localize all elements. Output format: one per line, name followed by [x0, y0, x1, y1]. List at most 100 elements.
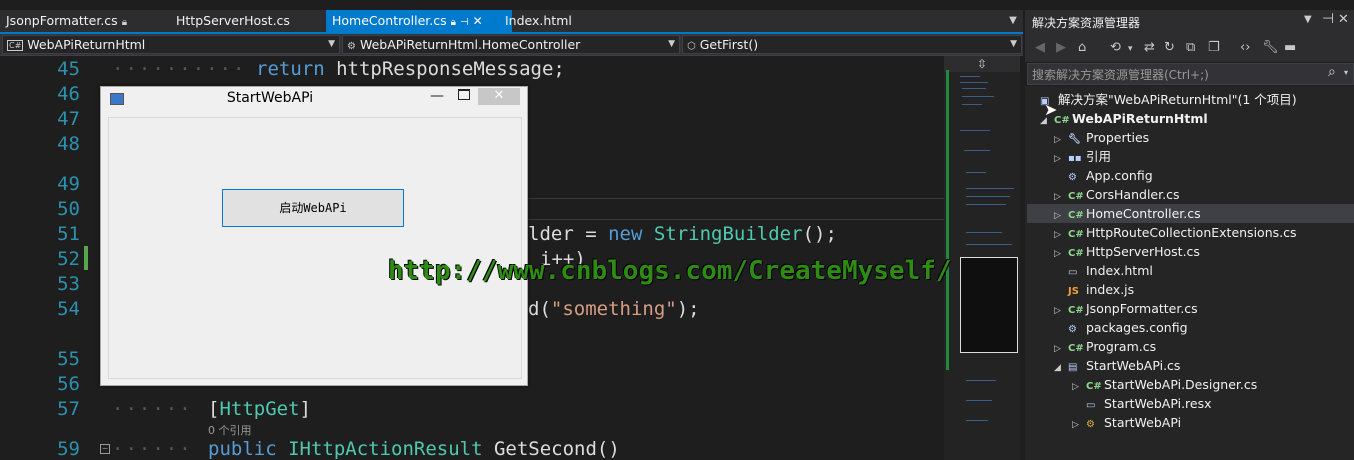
collapse-icon[interactable]: − [100, 444, 110, 454]
tree-node-label: Properties [1086, 130, 1150, 145]
search-placeholder: 搜索解决方案资源管理器(Ctrl+;) [1032, 68, 1209, 82]
map-code-line [962, 88, 986, 89]
properties-wrench-icon[interactable]: 🔧︎ [1262, 40, 1279, 55]
tree-node-httproutecollectionextensions[interactable]: ▷ C# HttpRouteCollectionExtensions.cs [1054, 223, 1297, 242]
code-text: httpResponseMessage; [324, 58, 565, 80]
show-all-files-icon[interactable]: ❐ [1208, 40, 1220, 55]
tab-label: JsonpFormatter.cs [6, 13, 118, 28]
tree-node-startwebapi-cs[interactable]: ◢ ▤ StartWebAPi.cs [1054, 356, 1180, 375]
tree-node-label: index.js [1086, 282, 1135, 297]
tree-node-project[interactable]: ◢ C# WebAPiReturnHtml [1040, 109, 1208, 128]
map-code-line [966, 232, 1002, 233]
sync-icon[interactable]: ⇄ [1144, 40, 1155, 55]
tree-node-startwebapi-class[interactable]: ▷ ⚙︎ StartWebAPi [1072, 413, 1181, 432]
map-code-line [966, 420, 988, 421]
document-tab-strip: JsonpFormatter.cs 🔒︎ HttpServerHost.cs Ho… [0, 10, 1023, 32]
member-dropdown-label: GetFirst() [699, 37, 759, 52]
forward-icon[interactable]: ▶ [1056, 40, 1066, 55]
tree-node-jsonpformatter[interactable]: ▷ C# JsonpFormatter.cs [1054, 299, 1198, 318]
map-code-line [966, 244, 1012, 245]
tab-overflow-dropdown-icon[interactable]: ▼ [1005, 10, 1021, 32]
tree-node-properties[interactable]: ▷ 🔧︎ Properties [1054, 128, 1149, 147]
member-dropdown[interactable]: ⬡ GetFirst() ▼ [682, 35, 1022, 54]
line-number: 56 [57, 373, 80, 395]
pin-icon[interactable]: ⊣ [1322, 11, 1334, 27]
expanded-arrow-icon[interactable]: ◢ [1054, 359, 1068, 378]
tree-node-label: 解决方案"WebAPiReturnHtml"(1 个项目) [1058, 92, 1297, 107]
back-icon[interactable]: ◀ [1035, 40, 1045, 55]
map-code-line [966, 400, 992, 401]
minimize-icon[interactable]: — [430, 88, 444, 104]
tree-node-label: StartWebAPi.Designer.cs [1104, 377, 1258, 392]
tree-node-label: JsonpFormatter.cs [1086, 301, 1198, 316]
tree-node-solution[interactable]: ▣ 解决方案"WebAPiReturnHtml"(1 个项目) [1040, 90, 1297, 109]
line-number: 46 [57, 83, 80, 105]
close-window-button[interactable]: ✕ [478, 88, 520, 105]
code-line-45: return httpResponseMessage; [256, 58, 565, 80]
tree-node-corshandler[interactable]: ▷ C# CorsHandler.cs [1054, 185, 1179, 204]
refresh-icon[interactable]: ↻ [1164, 40, 1175, 55]
preview-icon[interactable]: ▬ [1284, 40, 1296, 55]
tree-node-startwebapi-designer[interactable]: ▷ C# StartWebAPi.Designer.cs [1072, 375, 1257, 394]
indent-guide-dots: ·········· [112, 58, 247, 80]
tab-label: HomeController.cs [332, 13, 447, 28]
close-icon[interactable]: ✕ [1338, 12, 1349, 27]
tab-label: Index.html [505, 13, 572, 28]
chevron-down-icon: ▼ [1010, 39, 1017, 49]
line-number: 57 [57, 398, 80, 420]
tree-node-packages-config[interactable]: ⚙︎ packages.config [1054, 318, 1188, 337]
line-number: 52 [57, 248, 80, 270]
tree-node-references[interactable]: ▷ ▪▪ 引用 [1054, 147, 1111, 166]
tree-node-index-js[interactable]: JS index.js [1054, 280, 1134, 299]
collapsed-arrow-icon[interactable]: ▷ [1072, 416, 1086, 435]
history-icon[interactable]: ⟲ [1110, 40, 1121, 55]
start-webapi-button[interactable]: 启动WebAPi [222, 189, 404, 227]
indent-guide-dots: ······ [112, 438, 193, 460]
collapse-all-icon[interactable]: ⧉ [1186, 40, 1195, 55]
code-line-58: [HttpGet] [208, 398, 311, 420]
home-icon[interactable]: ⌂ [1078, 40, 1086, 55]
lock-icon: 🔒︎ [121, 17, 128, 28]
tree-node-startwebapi-resx[interactable]: ▭ StartWebAPi.resx [1072, 394, 1212, 413]
maximize-icon[interactable] [458, 89, 470, 100]
tree-node-label: WebAPiReturnHtml [1072, 111, 1208, 126]
map-code-line [964, 150, 990, 151]
line-number: 45 [57, 58, 80, 80]
project-dropdown[interactable]: C# WebAPiReturnHtml ▼ [2, 35, 340, 54]
csharp-project-icon: C# [7, 40, 24, 51]
code-attribute: HttpGet [219, 398, 300, 420]
tree-node-label: packages.config [1086, 320, 1188, 335]
codelens-references[interactable]: 0 个引用 [208, 422, 252, 438]
tree-node-label: CorsHandler.cs [1086, 187, 1180, 202]
search-icon[interactable]: ⌕ [1328, 64, 1336, 80]
window-position-dropdown-icon[interactable]: ▼ [1304, 14, 1312, 25]
tab-jsonpformatter[interactable]: JsonpFormatter.cs 🔒︎ [0, 10, 133, 32]
pin-icon[interactable]: ⊣ [460, 17, 469, 28]
project-dropdown-label: WebAPiReturnHtml [27, 37, 146, 52]
chevron-down-icon[interactable]: ▾ [1344, 68, 1348, 77]
tree-node-homecontroller[interactable]: ▷ C# HomeController.cs [1027, 204, 1354, 223]
tab-homecontroller[interactable]: HomeController.cs 🔒︎ ⊣ ✕ [326, 10, 512, 32]
tree-node-program[interactable]: ▷ C# Program.cs [1054, 337, 1156, 356]
close-icon[interactable]: ✕ [473, 14, 483, 28]
tree-node-httpserverhost[interactable]: ▷ C# HttpServerHost.cs [1054, 242, 1200, 261]
split-editor-icon[interactable]: ⇳ [944, 56, 1020, 72]
map-code-line [962, 96, 994, 97]
tab-index-html[interactable]: Index.html [499, 10, 578, 32]
chevron-down-icon[interactable]: ▾ [1128, 44, 1133, 54]
change-indicator [84, 246, 88, 270]
mouse-cursor-icon: ➤ [1044, 100, 1058, 119]
tab-httpserverhost[interactable]: HttpServerHost.cs [170, 10, 296, 32]
code-line-59: public IHttpActionResult GetSecond() [208, 438, 620, 460]
class-dropdown[interactable]: ⚙︎ WebAPiReturnHtml.HomeController ▼ [342, 35, 680, 54]
tree-node-label: Index.html [1086, 263, 1153, 278]
code-type: StringBuilder [642, 223, 803, 245]
code-text: lder = [528, 223, 609, 245]
class-dropdown-label: WebAPiReturnHtml.HomeController [359, 37, 581, 52]
view-code-icon[interactable]: ‹› [1240, 40, 1250, 55]
tree-node-index-html[interactable]: ▭ Index.html [1054, 261, 1153, 280]
map-viewport-thumb[interactable] [960, 257, 1018, 353]
line-number: 50 [57, 198, 80, 220]
line-number: 59 [57, 438, 80, 460]
tree-node-app-config[interactable]: ⚙︎ App.config [1054, 166, 1153, 185]
